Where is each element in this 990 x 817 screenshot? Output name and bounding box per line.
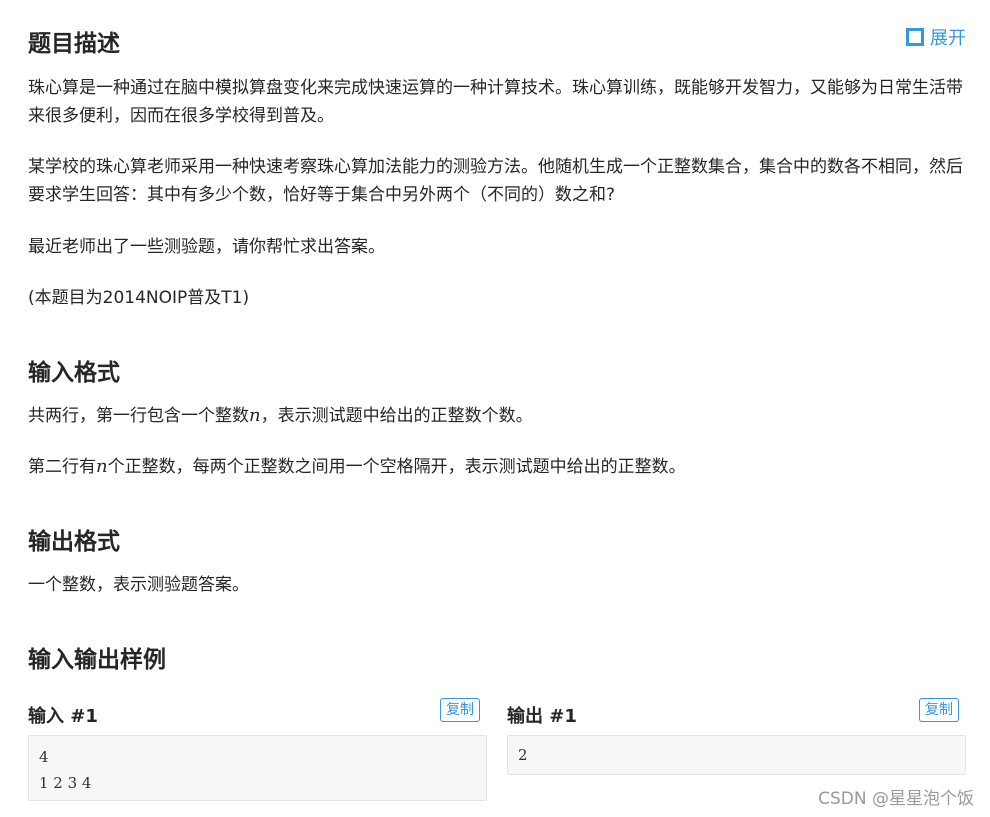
description-paragraph-1: 珠心算是一种通过在脑中模拟算盘变化来完成快速运算的一种计算技术。珠心算训练，既能… bbox=[28, 78, 963, 126]
variable-n: n bbox=[96, 456, 108, 477]
watermark: CSDN @星星泡个饭 bbox=[818, 789, 974, 809]
output-format-line-1: 一个整数，表示测验题答案。 bbox=[28, 575, 249, 595]
variable-n: n bbox=[249, 405, 261, 426]
sample-input-label: 输入 #1 bbox=[28, 706, 98, 727]
problem-page: 题目描述 展开 珠心算是一种通过在脑中模拟算盘变化来完成快速运算的一种计算技术。… bbox=[0, 0, 990, 817]
sample-output-label: 输出 #1 bbox=[507, 706, 577, 727]
expand-label: 展开 bbox=[930, 28, 966, 49]
expand-icon bbox=[906, 28, 924, 46]
sample-input-box[interactable]: 4 1 2 3 4 bbox=[28, 735, 487, 801]
samples-title: 输入输出样例 bbox=[28, 647, 166, 673]
description-paragraph-3: 最近老师出了一些测验题，请你帮忙求出答案。 bbox=[28, 237, 385, 257]
output-format-title: 输出格式 bbox=[28, 529, 120, 555]
input-format-line-2: 第二行有n个正整数，每两个正整数之间用一个空格隔开，表示测试题中给出的正整数。 bbox=[28, 456, 686, 477]
copy-output-button[interactable]: 复制 bbox=[919, 698, 959, 722]
input-format-title: 输入格式 bbox=[28, 360, 120, 386]
copy-input-button[interactable]: 复制 bbox=[440, 698, 480, 722]
description-paragraph-2: 某学校的珠心算老师采用一种快速考察珠心算加法能力的测验方法。他随机生成一个正整数… bbox=[28, 157, 963, 205]
input-format-line-1: 共两行，第一行包含一个整数n，表示测试题中给出的正整数个数。 bbox=[28, 405, 533, 426]
expand-button[interactable]: 展开 bbox=[906, 24, 966, 50]
sample-output-box[interactable]: 2 bbox=[507, 735, 966, 775]
description-title: 题目描述 bbox=[28, 31, 120, 57]
description-paragraph-4: (本题目为2014NOIP普及T1) bbox=[28, 288, 250, 308]
